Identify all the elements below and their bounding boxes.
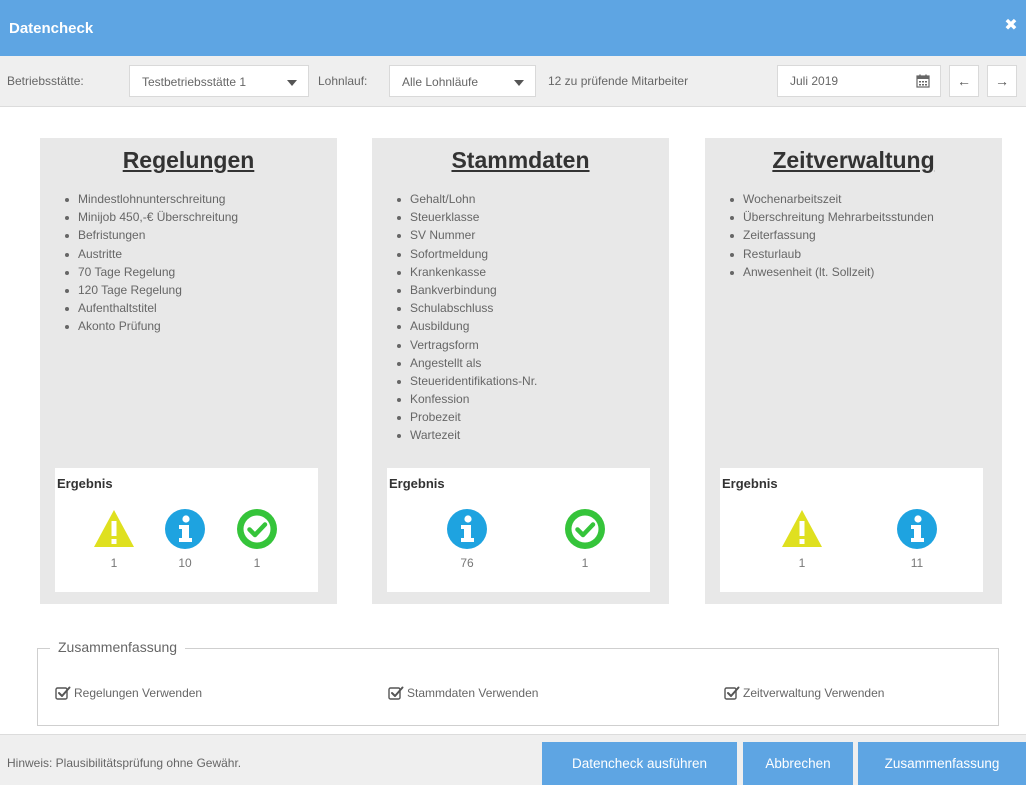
list-item: Krankenkasse <box>397 265 537 283</box>
betriebsstaette-select[interactable]: Testbetriebsstätte 1 <box>129 65 309 97</box>
list-item: Bankverbindung <box>397 283 537 301</box>
list-item: Überschreitung Mehrarbeitsstunden <box>730 210 934 228</box>
checkbox-checked-icon <box>724 686 740 700</box>
list-item: 70 Tage Regelung <box>65 265 238 283</box>
panel-zeitverwaltung: Zeitverwaltung Wochenarbeitszeit Übersch… <box>705 138 1002 604</box>
checkbox-label: Stammdaten Verwenden <box>407 686 539 700</box>
list-item: Wartezeit <box>397 428 537 446</box>
caret-down-icon <box>514 80 524 86</box>
result-info[interactable]: 10 <box>159 508 211 588</box>
info-icon <box>165 509 205 549</box>
month-input[interactable] <box>778 66 908 96</box>
next-month-button[interactable]: → <box>987 65 1017 97</box>
arrow-left-icon: ← <box>957 73 971 89</box>
result-ok[interactable]: 1 <box>231 508 283 588</box>
list-item: Steuerklasse <box>397 210 537 228</box>
checkbox-label: Zeitverwaltung Verwenden <box>743 686 885 700</box>
checkbox-label: Regelungen Verwenden <box>74 686 203 700</box>
list-item: Probezeit <box>397 410 537 428</box>
panel-title: Stammdaten <box>451 147 590 173</box>
result-ok[interactable]: 1 <box>559 508 611 588</box>
checkbox-checked-icon <box>55 686 71 700</box>
betriebsstaette-label: Betriebsstätte: <box>7 74 84 88</box>
check-list: Mindestlohnunterschreitung Minijob 450,-… <box>65 192 238 338</box>
arrow-right-icon: → <box>995 73 1009 89</box>
close-icon[interactable]: ✖ <box>1002 17 1020 35</box>
summary-legend: Zusammenfassung <box>50 639 186 655</box>
list-item: Zeiterfassung <box>730 228 934 246</box>
list-item: Vertragsform <box>397 338 537 356</box>
dialog-titlebar: Datencheck ✖ <box>0 0 1026 56</box>
panel-regelungen: Regelungen Mindestlohnunterschreitung Mi… <box>40 138 337 604</box>
list-item: Konfession <box>397 392 537 410</box>
list-item: Sofortmeldung <box>397 247 537 265</box>
employee-count: 12 zu prüfende Mitarbeiter <box>548 74 689 88</box>
run-datencheck-button[interactable]: Datencheck ausführen <box>542 742 737 785</box>
result-count: 10 <box>178 556 192 570</box>
result-title: Ergebnis <box>722 476 778 491</box>
check-list: Gehalt/Lohn Steuerklasse SV Nummer Sofor… <box>397 192 537 447</box>
result-count: 11 <box>910 556 924 570</box>
caret-down-icon <box>287 80 297 86</box>
lohnlauf-value: Alle Lohnläufe <box>402 75 479 89</box>
disclaimer-hint: Hinweis: Plausibilitätsprüfung ohne Gewä… <box>7 756 242 770</box>
panel-title: Regelungen <box>122 147 255 173</box>
cancel-button[interactable]: Abbrechen <box>743 742 853 785</box>
list-item: Austritte <box>65 247 238 265</box>
list-item: Angestellt als <box>397 356 537 374</box>
result-info[interactable]: 11 <box>891 508 943 588</box>
list-item: SV Nummer <box>397 228 537 246</box>
check-circle-icon <box>237 509 277 549</box>
panel-title: Zeitverwaltung <box>772 147 935 173</box>
list-item: Resturlaub <box>730 247 934 265</box>
info-icon <box>447 509 487 549</box>
result-title: Ergebnis <box>57 476 113 491</box>
result-count: 1 <box>798 556 806 570</box>
list-item: Wochenarbeitszeit <box>730 192 934 210</box>
result-box: Ergebnis 1 11 <box>720 468 983 592</box>
result-info[interactable]: 76 <box>441 508 493 588</box>
checkbox-checked-icon <box>388 686 404 700</box>
result-box: Ergebnis 76 1 <box>387 468 650 592</box>
result-warning[interactable]: 1 <box>88 508 140 588</box>
warning-icon <box>94 510 134 547</box>
result-count: 1 <box>581 556 589 570</box>
check-list: Wochenarbeitszeit Überschreitung Mehrarb… <box>730 192 934 283</box>
result-box: Ergebnis 1 10 1 <box>55 468 318 592</box>
list-item: Mindestlohnunterschreitung <box>65 192 238 210</box>
info-icon <box>897 509 937 549</box>
result-count: 1 <box>110 556 118 570</box>
list-item: Befristungen <box>65 228 238 246</box>
list-item: Gehalt/Lohn <box>397 192 537 210</box>
list-item: Akonto Prüfung <box>65 319 238 337</box>
dialog-title: Datencheck <box>9 20 94 37</box>
check-circle-icon <box>565 509 605 549</box>
result-count: 76 <box>460 556 474 570</box>
month-picker <box>777 65 941 97</box>
lohnlauf-select[interactable]: Alle Lohnläufe <box>389 65 536 97</box>
list-item: Anwesenheit (lt. Sollzeit) <box>730 265 934 283</box>
dialog-footer: Hinweis: Plausibilitätsprüfung ohne Gewä… <box>0 734 1026 785</box>
summary-button[interactable]: Zusammenfassung <box>858 742 1026 785</box>
calendar-icon[interactable] <box>916 74 930 88</box>
list-item: 120 Tage Regelung <box>65 283 238 301</box>
list-item: Ausbildung <box>397 319 537 337</box>
prev-month-button[interactable]: ← <box>949 65 979 97</box>
warning-icon <box>782 510 822 547</box>
lohnlauf-label: Lohnlauf: <box>318 74 368 88</box>
betriebsstaette-value: Testbetriebsstätte 1 <box>142 75 247 89</box>
list-item: Schulabschluss <box>397 301 537 319</box>
filter-toolbar: Betriebsstätte: Testbetriebsstätte 1 Loh… <box>0 56 1026 107</box>
result-warning[interactable]: 1 <box>776 508 828 588</box>
list-item: Minijob 450,-€ Überschreitung <box>65 210 238 228</box>
list-item: Aufenthaltstitel <box>65 301 238 319</box>
result-count: 1 <box>253 556 261 570</box>
result-title: Ergebnis <box>389 476 445 491</box>
panel-stammdaten: Stammdaten Gehalt/Lohn Steuerklasse SV N… <box>372 138 669 604</box>
summary-fieldset: Zusammenfassung Regelungen Verwenden Sta… <box>37 639 999 726</box>
list-item: Steueridentifikations-Nr. <box>397 374 537 392</box>
